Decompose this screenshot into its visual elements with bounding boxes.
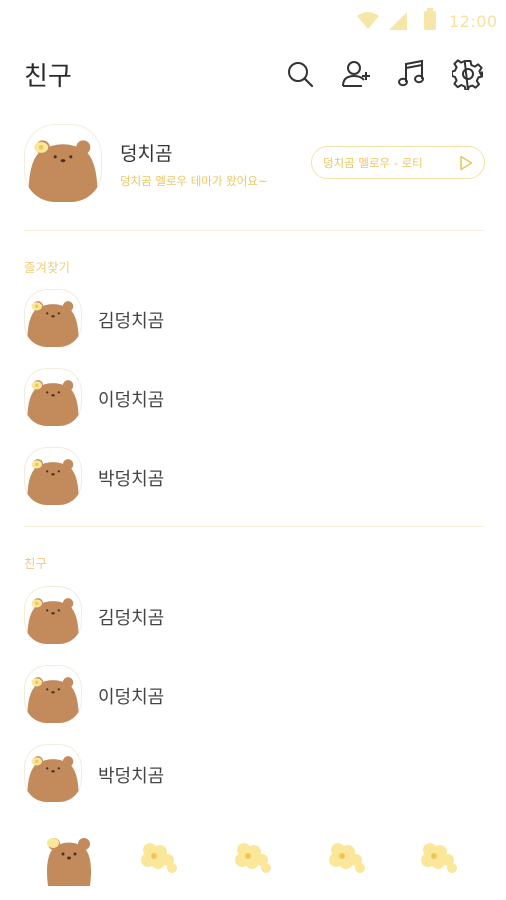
favorites-section-label: 즐겨찾기 [24,260,71,275]
battery-icon [424,8,436,30]
brown-bear-avatar [24,289,82,347]
favorite-item[interactable]: 이덩치곰 [0,368,506,428]
divider [24,526,484,527]
brown-bear-avatar [24,744,82,802]
my-profile[interactable]: 덩치곰 덩치곰 멜로우 테마가 왔어요~ 덩치곰 멜로우 - 로티 [0,124,506,206]
flower-more-tab-icon[interactable] [412,830,482,890]
page-title: 친구 [24,62,72,92]
flower-shop-tab-icon[interactable] [320,830,390,890]
status-bar: 12:00 [0,0,506,42]
flower-chat-tab-icon[interactable] [132,830,202,890]
profile-status-message: 덩치곰 멜로우 테마가 왔어요~ [120,174,268,188]
app-header: 친구 [0,52,506,96]
flower-view-tab-icon[interactable] [226,830,296,890]
friend-item[interactable]: 박덩치곰 [0,744,506,804]
profile-music-button[interactable]: 덩치곰 멜로우 - 로티 [311,146,485,179]
brown-bear-avatar [24,368,82,426]
search-icon[interactable] [284,58,316,90]
favorite-item[interactable]: 김덩치곰 [0,289,506,349]
friend-name: 이덩치곰 [98,390,165,411]
settings-gear-icon[interactable] [451,58,484,91]
friend-item[interactable]: 이덩치곰 [0,665,506,725]
play-icon [460,155,473,171]
profile-name: 덩치곰 [120,143,173,165]
brown-bear-avatar [24,665,82,723]
friend-name: 이덩치곰 [98,687,165,708]
wifi-icon [357,12,379,29]
friends-section-label: 친구 [24,556,48,571]
divider [24,230,484,231]
bottom-navigation [0,830,506,900]
profile-music-label: 덩치곰 멜로우 - 로티 [323,156,423,170]
brown-bear-avatar [24,124,102,202]
brown-bear-avatar [24,447,82,505]
friend-item[interactable]: 김덩치곰 [0,586,506,646]
music-note-icon[interactable] [396,58,428,90]
brown-bear-avatar [24,586,82,644]
friend-name: 김덩치곰 [98,311,165,332]
add-friend-icon[interactable] [340,58,372,90]
cellular-signal-icon [389,12,407,30]
friend-name: 박덩치곰 [98,469,165,490]
status-time: 12:00 [449,12,498,31]
friend-name: 박덩치곰 [98,766,165,787]
friend-name: 김덩치곰 [98,608,165,629]
bear-friends-tab-icon[interactable] [38,830,108,890]
favorite-item[interactable]: 박덩치곰 [0,447,506,507]
